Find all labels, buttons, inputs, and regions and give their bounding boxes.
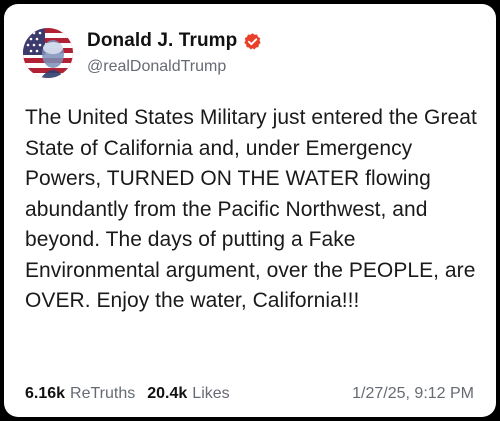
post-footer: 6.16k ReTruths 20.4k Likes 1/27/25, 9:12…: [25, 385, 474, 403]
retruths-label: ReTruths: [70, 385, 136, 402]
name-row: Donald J. Trump: [87, 30, 262, 52]
post-body: The United States Military just entered …: [25, 106, 477, 312]
author-display-name[interactable]: Donald J. Trump: [87, 30, 237, 52]
likes-count: 20.4k: [147, 385, 188, 402]
retruths-count: 6.16k: [25, 385, 66, 402]
flag-portrait-avatar-icon: [23, 28, 73, 78]
verified-badge-icon: [243, 32, 262, 51]
likes-stat[interactable]: 20.4k Likes: [147, 385, 229, 403]
retruths-stat[interactable]: 6.16k ReTruths: [25, 385, 135, 403]
post-timestamp[interactable]: 1/27/25, 9:12 PM: [352, 385, 474, 403]
avatar[interactable]: [23, 28, 73, 78]
post-header: Donald J. Trump @realDonaldTrump: [23, 28, 262, 78]
likes-label: Likes: [192, 385, 230, 402]
author-handle[interactable]: @realDonaldTrump: [87, 58, 262, 76]
post-card: Donald J. Trump @realDonaldTrump The Uni…: [4, 4, 496, 417]
author-names: Donald J. Trump @realDonaldTrump: [87, 30, 262, 76]
